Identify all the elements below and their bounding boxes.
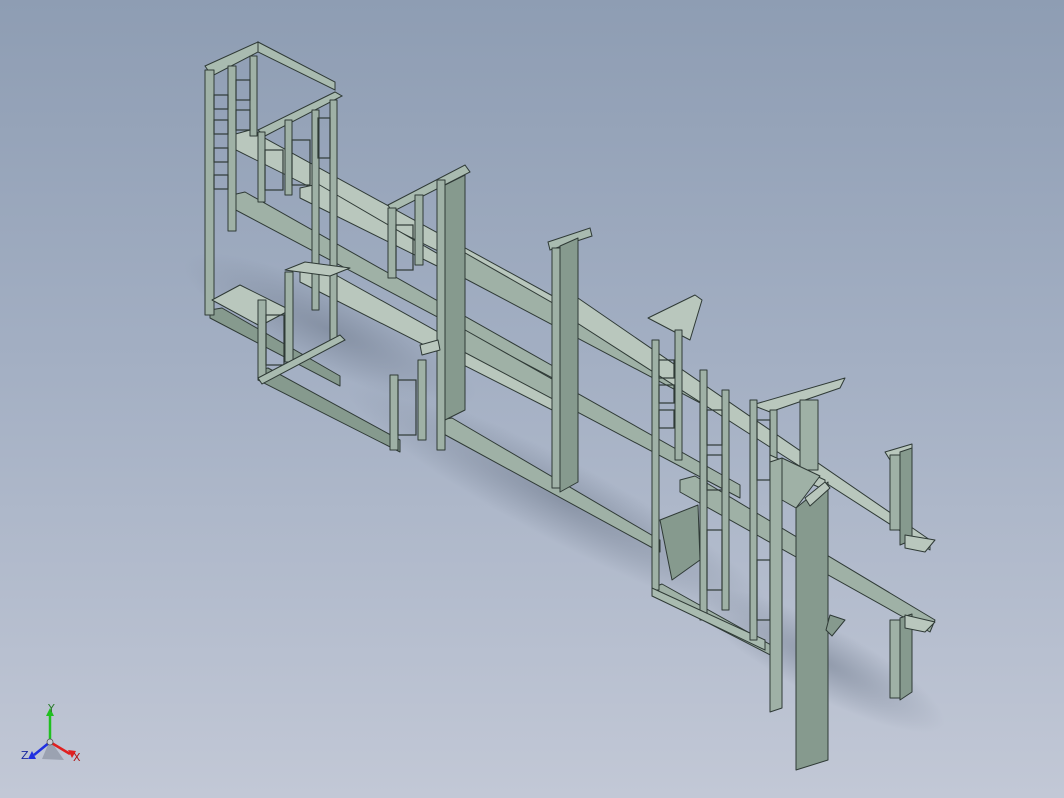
triad-axes-icon xyxy=(28,708,76,760)
cad-viewport[interactable]: Y X Z xyxy=(0,0,1064,798)
center-column[interactable] xyxy=(547,227,593,493)
z-axis-label: Z xyxy=(21,749,29,762)
steel-frame-model[interactable] xyxy=(0,0,1064,798)
front-channel-column[interactable] xyxy=(769,454,846,771)
orientation-triad[interactable]: Y X Z xyxy=(20,704,90,770)
x-axis-label: X xyxy=(73,751,81,764)
far-right-posts[interactable] xyxy=(884,443,936,701)
y-axis-label: Y xyxy=(47,704,55,715)
